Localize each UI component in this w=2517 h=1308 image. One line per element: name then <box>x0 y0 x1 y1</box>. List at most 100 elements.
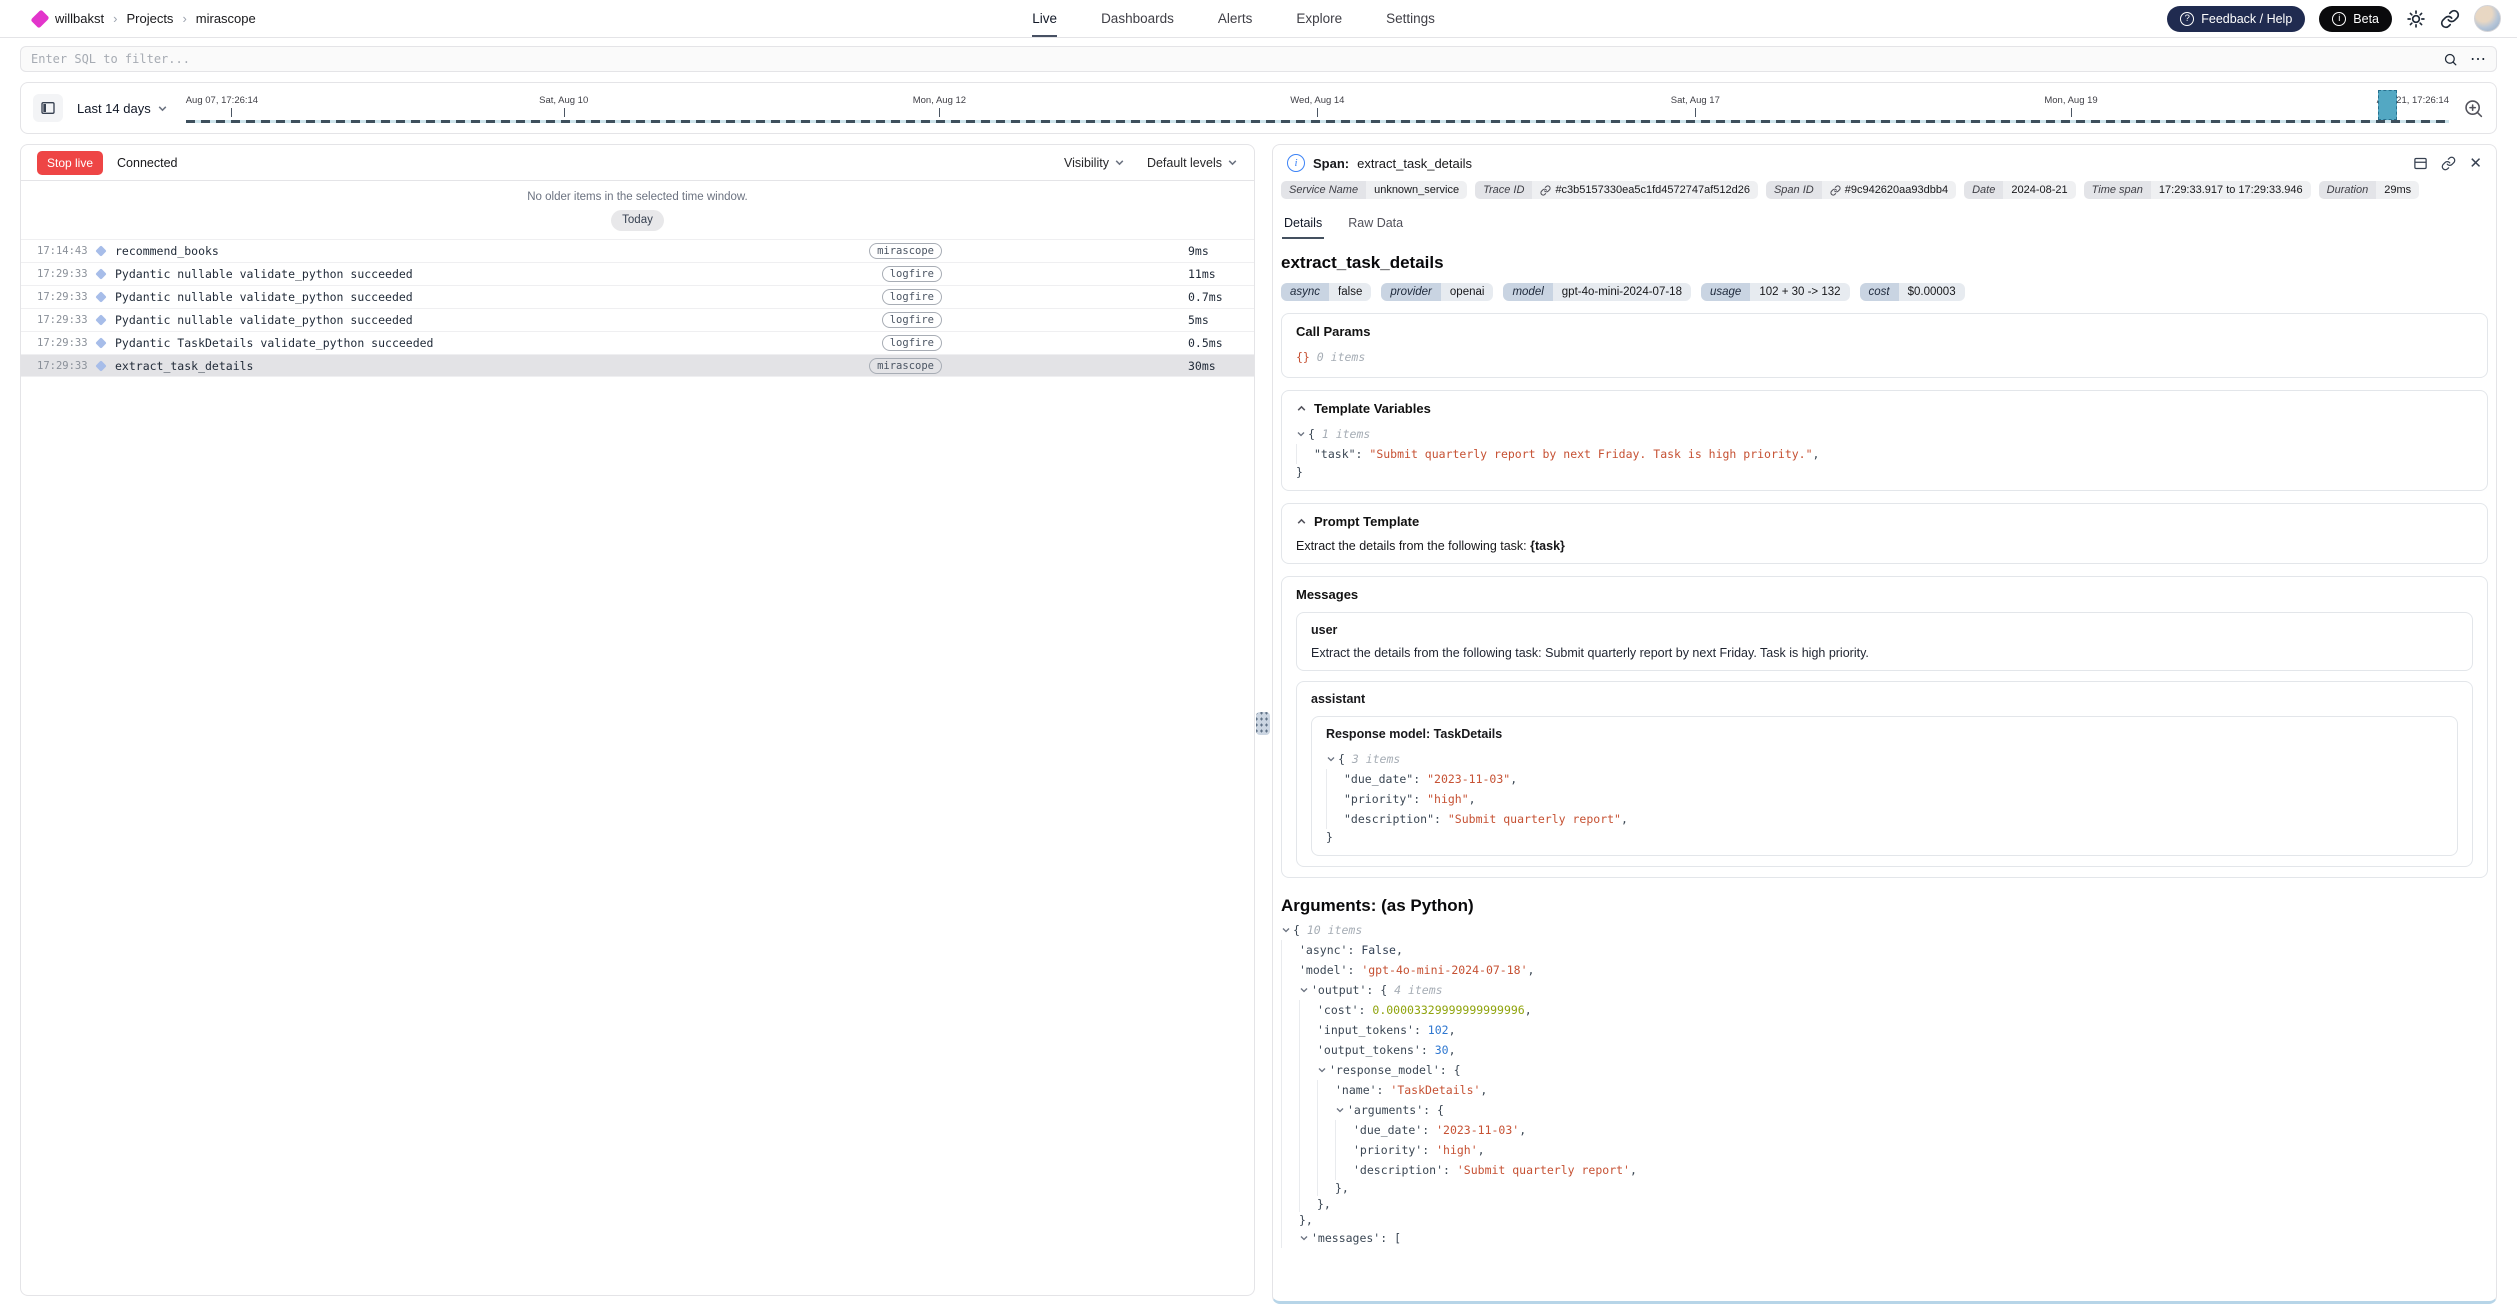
nav-tab-live[interactable]: Live <box>1032 0 1057 37</box>
code-punct: , <box>1621 809 1628 829</box>
breadcrumb-projects[interactable]: Projects <box>126 11 173 26</box>
tab-raw-data[interactable]: Raw Data <box>1346 211 1405 239</box>
breadcrumb-org[interactable]: willbakst <box>55 11 104 26</box>
chevron-down-icon[interactable] <box>1296 429 1306 439</box>
code-meta: 0 items <box>1317 347 1365 367</box>
timeline-tick-mark <box>564 108 565 117</box>
code-line: 'cost': 0.00003329999999999996, <box>1281 1000 2488 1020</box>
panel-layout-icon[interactable] <box>2413 154 2428 172</box>
meta-value-text: 29ms <box>2384 184 2411 196</box>
attribute-value: $0.00003 <box>1899 283 1965 301</box>
beta-button[interactable]: i Beta <box>2319 6 2392 32</box>
sql-filter-input[interactable] <box>20 46 2497 72</box>
span-attribute-badge: model gpt-4o-mini-2024-07-18 <box>1503 283 1691 301</box>
default-levels-dropdown[interactable]: Default levels <box>1147 156 1238 170</box>
attribute-value: gpt-4o-mini-2024-07-18 <box>1553 283 1691 301</box>
feedback-help-label: Feedback / Help <box>2201 12 2292 26</box>
indent-guide <box>1299 1196 1317 1212</box>
time-range-dropdown[interactable]: Last 14 days <box>63 101 186 116</box>
span-attribute-badge: async false <box>1281 283 1371 301</box>
indent-guide <box>1281 1060 1299 1080</box>
timeline-dashed-line <box>186 120 2449 123</box>
log-duration: 9ms <box>1188 244 1240 258</box>
chevron-down-icon[interactable] <box>1281 925 1291 935</box>
log-row[interactable]: 17:29:33 Pydantic nullable validate_pyth… <box>21 262 1254 285</box>
log-name: extract_task_details <box>115 359 253 373</box>
user-message-card: user Extract the details from the follow… <box>1296 612 2473 671</box>
code-line: "priority": "high", <box>1326 789 2443 809</box>
theme-toggle-icon[interactable] <box>2406 9 2426 29</box>
code-meta: 3 items <box>1352 749 1400 769</box>
code-line: { 10 items <box>1281 920 2488 940</box>
code-string: 'Submit quarterly report' <box>1457 1160 1630 1180</box>
indent-guide <box>1299 1180 1317 1196</box>
sidebar-toggle-icon[interactable] <box>33 94 63 122</box>
code-punct: : <box>1413 789 1427 809</box>
tab-details[interactable]: Details <box>1282 211 1324 239</box>
share-link-icon[interactable] <box>2440 9 2460 29</box>
meta-value-text: 17:29:33.917 to 17:29:33.946 <box>2159 184 2303 196</box>
span-attribute-badge: usage 102 + 30 -> 132 <box>1701 283 1850 301</box>
zoom-in-icon[interactable] <box>2463 98 2484 119</box>
code-key: 'cost' <box>1317 1000 1359 1020</box>
chevron-down-icon[interactable] <box>1299 985 1309 995</box>
resize-grip-handle[interactable] <box>1256 712 1270 735</box>
arguments-heading: Arguments: (as Python) <box>1281 896 2488 916</box>
log-row[interactable]: 17:14:43 recommend_books mirascope 9ms <box>21 239 1254 262</box>
meta-value: 29ms <box>2376 181 2419 199</box>
code-key: 'name' <box>1335 1080 1377 1100</box>
log-duration: 0.5ms <box>1188 336 1240 350</box>
timeline-selection[interactable] <box>2378 90 2397 120</box>
breadcrumb-project[interactable]: mirascope <box>196 11 256 26</box>
nav-tab-alerts[interactable]: Alerts <box>1218 0 1253 37</box>
log-tag: logfire <box>882 266 942 282</box>
trace-link-icon[interactable] <box>1540 185 1551 196</box>
indent-guide <box>1326 769 1344 789</box>
indent-guide <box>1281 1180 1299 1196</box>
indent-guide <box>1326 789 1344 809</box>
close-icon[interactable]: ✕ <box>2469 154 2482 172</box>
chevron-down-icon[interactable] <box>1335 1105 1345 1115</box>
stop-live-button[interactable]: Stop live <box>37 151 103 175</box>
chevron-down-icon[interactable] <box>1326 754 1336 764</box>
logfire-logo-icon[interactable] <box>30 9 49 28</box>
nav-tab-settings[interactable]: Settings <box>1386 0 1435 37</box>
search-icon[interactable] <box>2443 52 2458 67</box>
breadcrumb-separator: › <box>182 11 186 26</box>
nav-tab-dashboards[interactable]: Dashboards <box>1101 0 1174 37</box>
log-row[interactable]: 17:29:33 Pydantic nullable validate_pyth… <box>21 285 1254 308</box>
call-params-heading: Call Params <box>1296 324 1370 339</box>
log-duration: 11ms <box>1188 267 1240 281</box>
feedback-help-button[interactable]: ? Feedback / Help <box>2167 6 2305 32</box>
code-punct: : <box>1359 1000 1373 1020</box>
span-meta-badge: Service Name unknown_service <box>1281 181 1467 199</box>
more-options-icon[interactable]: ⋯ <box>2470 49 2487 69</box>
collapse-icon[interactable] <box>1296 403 1307 414</box>
indent-guide <box>1281 1196 1299 1212</box>
nav-tab-explore[interactable]: Explore <box>1296 0 1342 37</box>
log-row[interactable]: 17:29:33 Pydantic nullable validate_pyth… <box>21 308 1254 331</box>
span-title: extract_task_details <box>1281 253 2488 273</box>
log-row[interactable]: 17:29:33 extract_task_details mirascope … <box>21 354 1254 377</box>
meta-label: Service Name <box>1281 181 1366 199</box>
visibility-dropdown[interactable]: Visibility <box>1064 156 1125 170</box>
timeline-tick-label: Aug 07, 17:26:14 <box>186 95 258 106</box>
default-levels-label: Default levels <box>1147 156 1222 170</box>
collapse-icon[interactable] <box>1296 516 1307 527</box>
indent-guide <box>1299 1160 1317 1180</box>
timeline-track[interactable]: Aug 07, 17:26:14Sat, Aug 10Mon, Aug 12We… <box>186 86 2449 130</box>
chevron-down-icon[interactable] <box>1317 1065 1327 1075</box>
user-avatar[interactable] <box>2474 5 2501 32</box>
meta-label: Duration <box>2319 181 2377 199</box>
topbar-actions: ? Feedback / Help i Beta <box>2167 0 2501 37</box>
meta-value-text: #c3b5157330ea5c1fd4572747af512d26 <box>1555 184 1750 196</box>
code-meta <box>1310 347 1317 367</box>
code-punct: , <box>1813 444 1820 464</box>
meta-value: unknown_service <box>1366 181 1467 199</box>
log-tag: logfire <box>882 335 942 351</box>
log-row[interactable]: 17:29:33 Pydantic TaskDetails validate_p… <box>21 331 1254 354</box>
trace-link-icon[interactable] <box>1830 185 1841 196</box>
chevron-down-icon[interactable] <box>1299 1233 1309 1243</box>
copy-link-icon[interactable] <box>2441 154 2456 172</box>
code-punct: , <box>1528 960 1535 980</box>
